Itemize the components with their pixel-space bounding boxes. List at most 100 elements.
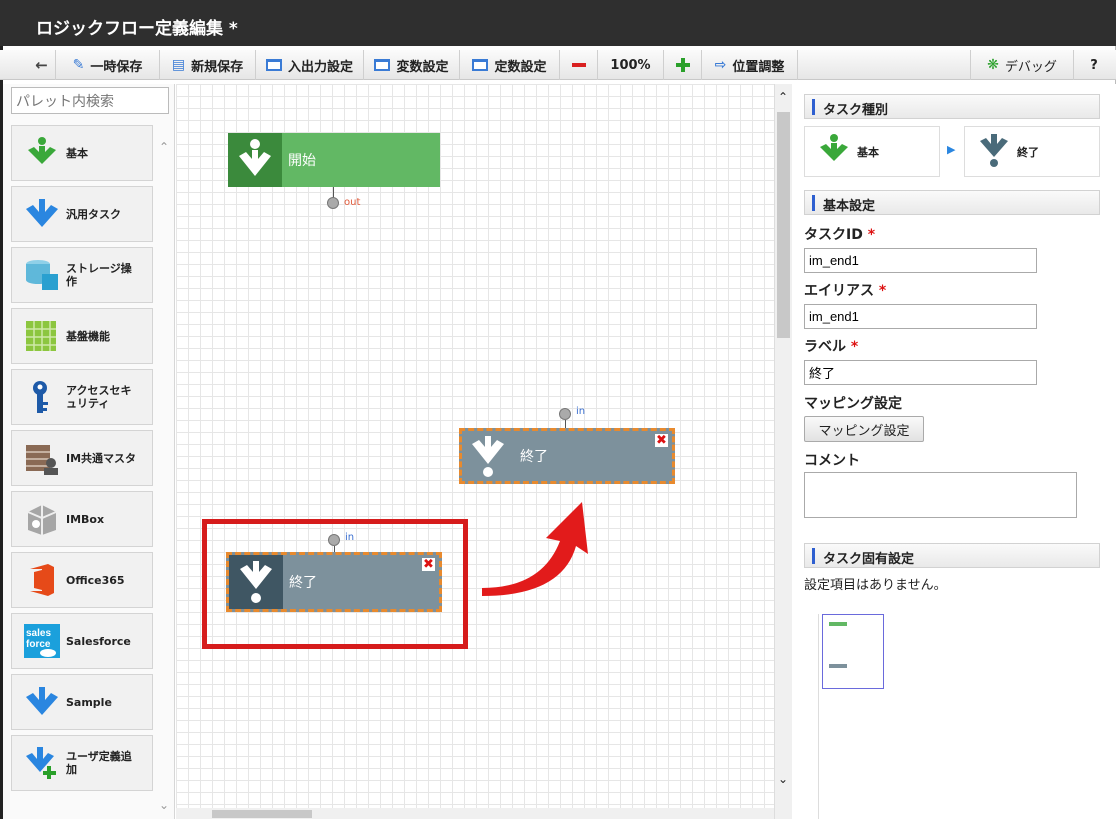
zoom-level: 100% (598, 50, 664, 80)
palette-item-office365[interactable]: Office365 (11, 552, 153, 608)
end-arrow-icon (977, 133, 1011, 170)
help-button[interactable]: ? (1074, 50, 1114, 80)
palette-item-basic[interactable]: 基本 (11, 125, 153, 181)
in-port-label: in (576, 406, 586, 417)
alias-input[interactable] (804, 304, 1037, 329)
green-down-arrow-icon (817, 133, 851, 170)
task-specific-header: タスク固有設定 (804, 543, 1100, 568)
connector-line (565, 420, 566, 428)
zoom-in-button[interactable] (664, 50, 702, 80)
io-settings-button[interactable]: 入出力設定 (256, 50, 364, 80)
palette-search-input[interactable] (11, 87, 169, 114)
caret-right-icon: ▶ (947, 143, 956, 156)
flow-canvas[interactable]: 開始 out in 終了 ✖ in 終了 ✖ (176, 84, 774, 819)
zoom-out-button[interactable] (560, 50, 598, 80)
no-items-text: 設定項目はありません。 (804, 578, 947, 593)
storage-icon (24, 258, 60, 292)
in-port[interactable] (559, 408, 571, 420)
bug-icon: ❋ (987, 57, 999, 73)
palette-item-im-master[interactable]: IM共通マスタ (11, 430, 153, 486)
minimap-start-node (829, 622, 847, 626)
new-save-icon: ▤ (171, 57, 186, 73)
plus-icon (675, 58, 690, 72)
in-port[interactable] (328, 534, 340, 546)
palette-item-user-defined[interactable]: ユーザ定義追加 (11, 735, 153, 791)
master-icon (24, 441, 60, 475)
canvas-horizontal-scrollbar[interactable] (176, 808, 774, 819)
palette-item-storage[interactable]: ストレージ操作 (11, 247, 153, 303)
end-arrow-icon (462, 431, 514, 481)
comment-label: コメント (804, 453, 860, 469)
task-type-name: 終了 (964, 126, 1100, 177)
box-icon (24, 502, 60, 536)
toolbar: ← ✎ 一時保存 ▤ 新規保存 入出力設定 変数設定 定数設定 100% ⇨ 位… (0, 50, 1116, 80)
palette-item-imbox[interactable]: IMBox (11, 491, 153, 547)
scroll-thumb[interactable] (777, 112, 790, 338)
window-icon (472, 59, 489, 71)
task-id-input[interactable] (804, 248, 1037, 273)
end-node-moved[interactable]: 終了 ✖ (459, 428, 675, 484)
out-port-label: out (344, 197, 361, 208)
end-node-label: 終了 (289, 575, 317, 591)
debug-button[interactable]: ❋ デバッグ (970, 50, 1074, 80)
comment-textarea[interactable] (804, 472, 1077, 518)
mapping-label: マッピング設定 (804, 396, 902, 412)
palette-item-platform[interactable]: 基盤機能 (11, 308, 153, 364)
user-defined-add-icon (24, 746, 60, 780)
salesforce-icon: sales force (24, 624, 60, 658)
svg-text:force: force (26, 639, 51, 650)
const-settings-button[interactable]: 定数設定 (460, 50, 560, 80)
chevron-down-icon[interactable]: ⌄ (778, 772, 788, 786)
mapping-settings-button[interactable]: マッピング設定 (804, 416, 924, 442)
blue-down-arrow-icon (24, 685, 60, 719)
start-node-label: 開始 (288, 153, 316, 169)
palette-item-access-security[interactable]: アクセスセキュリティ (11, 369, 153, 425)
chevron-up-icon[interactable]: ⌃ (159, 140, 169, 154)
chevron-up-icon[interactable]: ⌃ (778, 90, 788, 104)
window-icon (265, 59, 282, 71)
minimap[interactable] (818, 614, 1116, 819)
window-title: ロジックフロー定義編集 * (0, 0, 1116, 46)
grid-icon (24, 319, 60, 353)
end-node-label: 終了 (520, 449, 548, 465)
task-type-category: 基本 (804, 126, 940, 177)
label-label: ラベル * (804, 339, 859, 355)
position-adjust-button[interactable]: ⇨ 位置調整 (702, 50, 798, 80)
close-icon[interactable]: ✖ (422, 558, 435, 571)
key-icon (24, 380, 60, 414)
var-settings-button[interactable]: 変数設定 (364, 50, 460, 80)
temp-save-button[interactable]: ✎ 一時保存 (56, 50, 160, 80)
chevron-down-icon[interactable]: ⌄ (159, 798, 169, 812)
scroll-thumb[interactable] (212, 810, 312, 818)
palette-item-salesforce[interactable]: sales force Salesforce (11, 613, 153, 669)
out-port[interactable] (327, 197, 339, 209)
svg-text:sales: sales (26, 628, 51, 639)
back-button[interactable]: ← (28, 50, 56, 80)
position-adjust-icon: ⇨ (714, 57, 727, 73)
task-id-label: タスクID * (804, 227, 876, 243)
basic-settings-header: 基本設定 (804, 190, 1100, 215)
office-icon (24, 563, 60, 597)
end-arrow-icon (229, 555, 283, 609)
move-arrow-icon (482, 502, 588, 596)
palette: ⌃ ⌄ 基本 汎用タスク ストレージ操作 基盤機能 アクセスセキュリティ I (3, 84, 175, 819)
palette-item-sample[interactable]: Sample (11, 674, 153, 730)
close-icon[interactable]: ✖ (655, 434, 668, 447)
start-arrow-icon (228, 133, 282, 187)
green-down-arrow-icon (24, 136, 60, 170)
temp-save-icon: ✎ (72, 57, 85, 73)
in-port-label: in (345, 532, 355, 543)
minus-icon (571, 63, 586, 67)
new-save-button[interactable]: ▤ 新規保存 (160, 50, 256, 80)
task-type-header: タスク種別 (804, 94, 1100, 119)
window-icon (374, 59, 391, 71)
back-arrow-icon: ← (35, 56, 48, 74)
palette-item-generic-task[interactable]: 汎用タスク (11, 186, 153, 242)
end-node-original[interactable]: 終了 ✖ (226, 552, 442, 612)
start-node[interactable]: 開始 (228, 133, 440, 187)
alias-label: エイリアス * (804, 283, 887, 299)
blue-down-arrow-icon (24, 197, 60, 231)
minimap-end-node (829, 664, 847, 668)
label-input[interactable] (804, 360, 1037, 385)
canvas-vertical-scrollbar[interactable]: ⌃ ⌄ (774, 84, 792, 819)
